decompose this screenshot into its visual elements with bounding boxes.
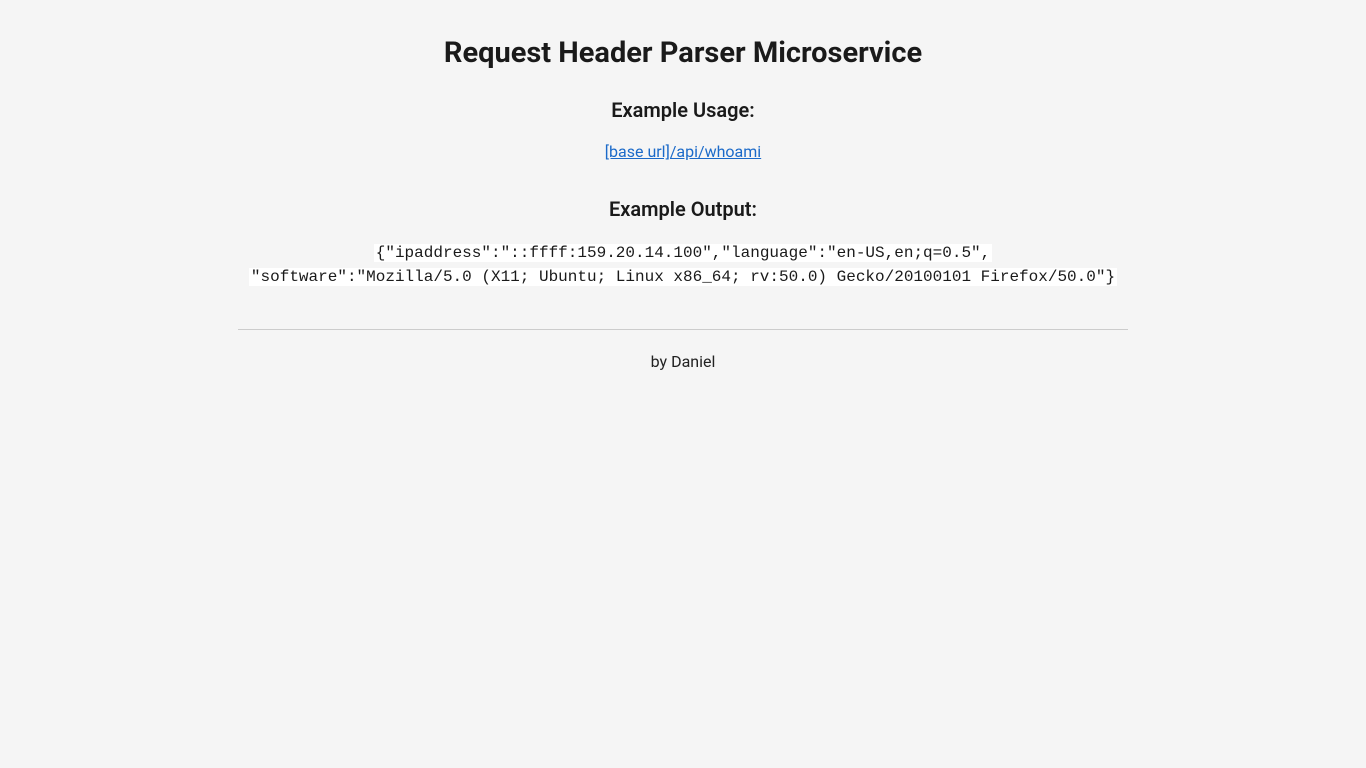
code-output-block: {"ipaddress":"::ffff:159.20.14.100","lan… (233, 241, 1133, 289)
divider (238, 329, 1128, 330)
code-line-2: "software":"Mozilla/5.0 (X11; Ubuntu; Li… (249, 268, 1117, 286)
code-line-1: {"ipaddress":"::ffff:159.20.14.100","lan… (374, 244, 993, 262)
example-usage-section: Example Usage: [base url]/api/whoami (0, 98, 1366, 161)
example-output-section: Example Output: {"ipaddress":"::ffff:159… (0, 197, 1366, 289)
footer-byline: by Daniel (0, 352, 1366, 371)
page-title: Request Header Parser Microservice (0, 36, 1366, 70)
example-output-heading: Example Output: (0, 197, 1366, 221)
example-usage-heading: Example Usage: (0, 98, 1366, 122)
api-whoami-link[interactable]: [base url]/api/whoami (605, 142, 761, 161)
